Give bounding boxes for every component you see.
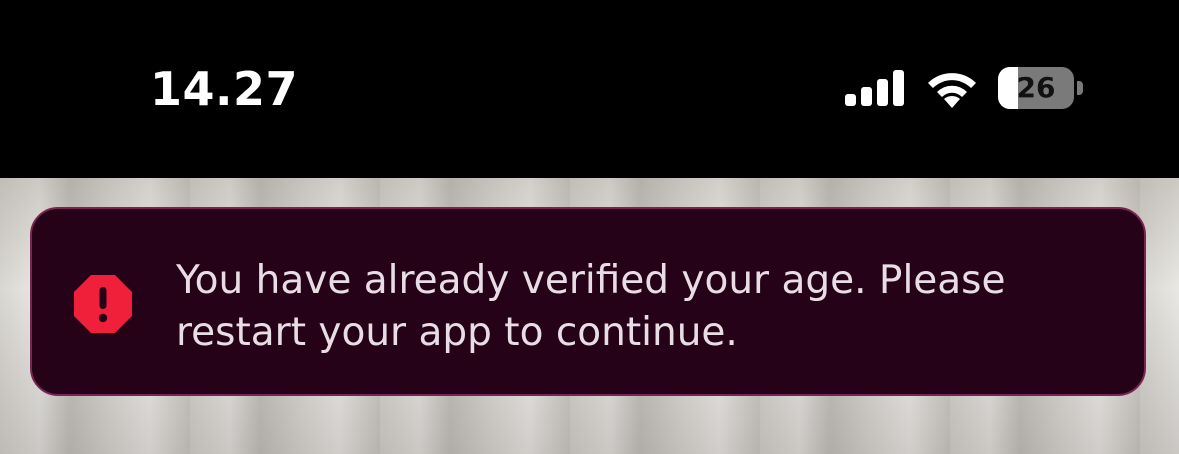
battery-level-label: 26 [1016,71,1056,104]
battery-icon: 26 [998,67,1084,109]
wifi-icon [928,73,976,108]
status-bar: 14.27 26 [0,0,1179,178]
battery-tip [1077,81,1083,95]
battery-body: 26 [998,67,1074,109]
status-time: 14.27 [150,62,299,116]
error-toast[interactable]: You have already verified your age. Plea… [30,207,1146,396]
error-octagon-icon [74,275,132,333]
cellular-signal-icon [845,70,904,106]
toast-message: You have already verified your age. Plea… [176,258,1006,355]
phone-screen: 14.27 26 You have already verified your … [0,0,1179,454]
